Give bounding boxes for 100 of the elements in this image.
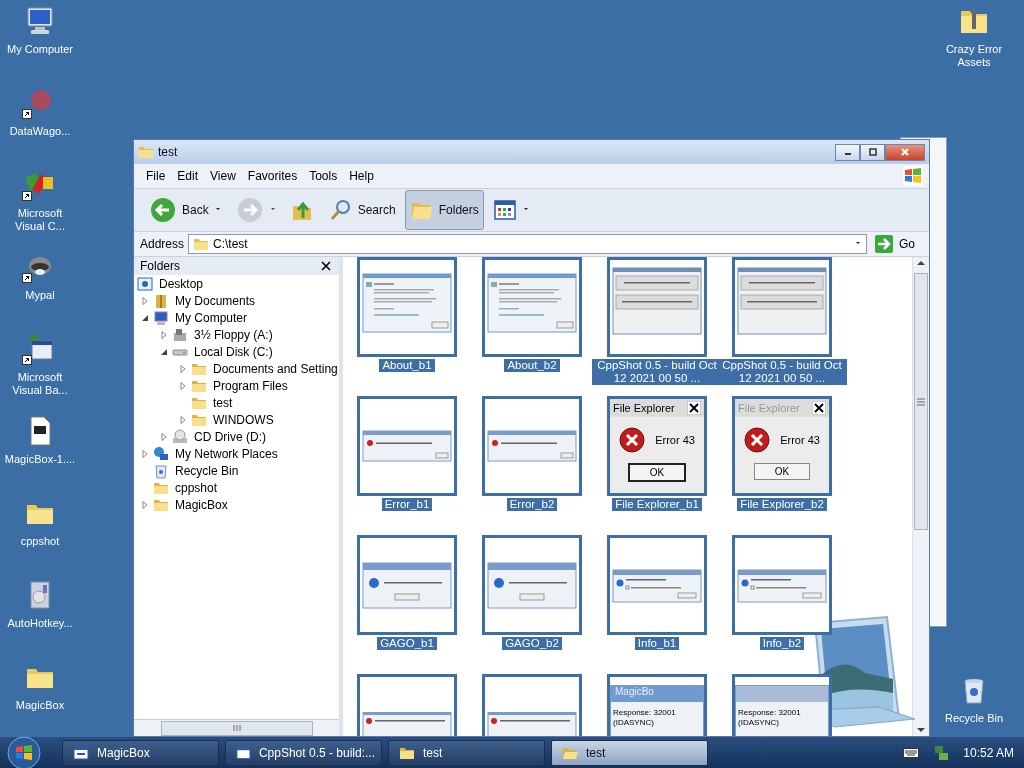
window-icon: [73, 744, 89, 761]
close-icon: [812, 401, 826, 415]
dropdown-arrow-icon[interactable]: [854, 242, 862, 246]
tree-item[interactable]: Desktop: [159, 276, 204, 291]
pane-title: Folders: [140, 259, 180, 273]
computer-icon[interactable]: [24, 5, 56, 37]
menu-item[interactable]: Help: [343, 169, 380, 183]
taskbar-button[interactable]: test: [551, 739, 708, 766]
tree-item[interactable]: WINDOWS: [213, 412, 274, 427]
tree-item[interactable]: CD Drive (D:): [194, 429, 266, 444]
tree-item[interactable]: My Computer: [175, 310, 248, 325]
maximize-button[interactable]: [860, 143, 885, 161]
desktop-icon-label[interactable]: Recycle Bin: [929, 712, 1019, 725]
taskbar-button[interactable]: CppShot 0.5 - build:...: [225, 739, 382, 766]
thumbnail-label[interactable]: GAGO_b2: [502, 637, 562, 650]
thumbnail-label[interactable]: Error_b1: [381, 498, 433, 511]
taskbar-button[interactable]: test: [388, 739, 545, 766]
address-field[interactable]: C:\test: [188, 234, 867, 254]
ok-button: OK: [754, 463, 810, 480]
floppy-icon: [172, 326, 188, 343]
tree-item[interactable]: Documents and Setting: [213, 361, 338, 376]
ok-button: OK: [628, 463, 686, 482]
documents-icon: [153, 292, 169, 309]
taskbar-button[interactable]: MagicBox: [62, 739, 219, 766]
desktop-icon: [137, 275, 153, 292]
horizontal-scrollbar[interactable]: [134, 719, 339, 736]
folder-icon: [138, 144, 154, 160]
recycle-icon: [153, 462, 169, 479]
go-arrow-icon: [875, 235, 893, 253]
menu-item[interactable]: File: [140, 169, 172, 183]
network-icon: [153, 445, 169, 462]
desktop-icon-label[interactable]: MagicBox: [4, 699, 76, 712]
thumbnail-label[interactable]: GAGO_b1: [377, 637, 437, 650]
error-icon: [619, 427, 646, 453]
menu-item[interactable]: Edit: [171, 169, 205, 183]
views-icon: [492, 198, 517, 222]
thumbnail-label[interactable]: Error_b2: [506, 498, 558, 511]
keyboard-icon[interactable]: [903, 746, 920, 759]
desktop-icon-label[interactable]: Crazy Error Assets: [929, 43, 1019, 69]
desktop-icon-label[interactable]: DataWago...: [4, 125, 76, 138]
tree-item[interactable]: MagicBox: [175, 497, 228, 512]
dialog-title-bar: MagicBo: [611, 686, 703, 702]
menu-item[interactable]: View: [204, 169, 242, 183]
thumbnail-label[interactable]: File Explorer_b1: [612, 498, 702, 511]
start-button[interactable]: [6, 734, 42, 768]
thumbnail[interactable]: File Explorer Error 43 OK: [607, 396, 707, 496]
folder-icon: [193, 236, 210, 252]
search-button[interactable]: Search: [323, 190, 401, 230]
windows-logo-icon: [903, 166, 923, 186]
desktop-icon-label[interactable]: Microsoft Visual Ba...: [4, 371, 76, 397]
window-icon: [236, 744, 251, 761]
vertical-scrollbar[interactable]: [912, 257, 929, 736]
desktop-icon-label[interactable]: Mypal: [4, 289, 76, 302]
network-icon[interactable]: [933, 744, 950, 761]
desktop-icon-label[interactable]: MagicBox-1....: [4, 453, 76, 466]
desktop-icon-label[interactable]: Microsoft Visual C...: [4, 207, 76, 233]
tree-item[interactable]: Program Files: [213, 378, 288, 393]
error-message: Error 43: [655, 434, 695, 446]
grip-icon: [232, 724, 241, 732]
back-button[interactable]: Back: [144, 190, 227, 230]
tree-item[interactable]: Recycle Bin: [175, 463, 239, 478]
error-icon: [744, 427, 771, 453]
dialog-title: File Explorer: [738, 402, 800, 414]
thumbnail-label[interactable]: About_b2: [504, 359, 560, 372]
thumbnail[interactable]: File Explorer Error 43 OK: [732, 396, 832, 496]
scroll-down-icon[interactable]: [916, 728, 926, 732]
window-title: test: [158, 145, 178, 159]
folders-button[interactable]: Folders: [404, 190, 484, 230]
scroll-up-icon[interactable]: [916, 261, 926, 265]
desktop-icon-label[interactable]: cppshot: [4, 535, 76, 548]
desktop-icon-label[interactable]: My Computer: [4, 43, 76, 56]
tree-item[interactable]: Local Disk (C:): [194, 344, 273, 359]
thumbnail[interactable]: Response: 32001 (IDASYNC): [732, 674, 832, 736]
computer-icon: [153, 309, 169, 326]
thumbnail-label[interactable]: Info_b1: [634, 637, 680, 650]
dialog-message: Response: 32001 (IDASYNC): [612, 707, 677, 728]
dialog-title: File Explorer: [613, 402, 675, 414]
thumbnail-label[interactable]: About_b1: [379, 359, 435, 372]
menu-item[interactable]: Tools: [303, 169, 344, 183]
tree-item[interactable]: My Documents: [175, 293, 256, 308]
close-button[interactable]: [885, 143, 925, 161]
thumbnail[interactable]: MagicBo Response: 32001 (IDASYNC): [607, 674, 707, 736]
thumbnail-label[interactable]: Info_b2: [759, 637, 805, 650]
clock[interactable]: 10:52 AM: [963, 745, 1014, 760]
tree-item[interactable]: 3½ Floppy (A:): [194, 327, 273, 342]
minimize-button[interactable]: [835, 143, 860, 161]
maximize-icon: [867, 147, 878, 157]
close-icon: [687, 401, 701, 415]
close-icon[interactable]: [321, 261, 331, 271]
go-button[interactable]: Go: [871, 235, 929, 253]
thumbnail-label[interactable]: File Explorer_b2: [737, 498, 827, 511]
grip-icon: [917, 397, 925, 406]
desktop-icon-label[interactable]: AutoHotkey...: [4, 617, 76, 630]
close-icon: [900, 147, 910, 157]
tree-item[interactable]: test: [213, 395, 233, 410]
tree-item[interactable]: cppshot: [175, 480, 218, 495]
menu-item[interactable]: Favorites: [241, 169, 304, 183]
error-message: Error 43: [780, 434, 820, 446]
search-icon: [328, 198, 353, 222]
tree-item[interactable]: My Network Places: [175, 446, 278, 461]
